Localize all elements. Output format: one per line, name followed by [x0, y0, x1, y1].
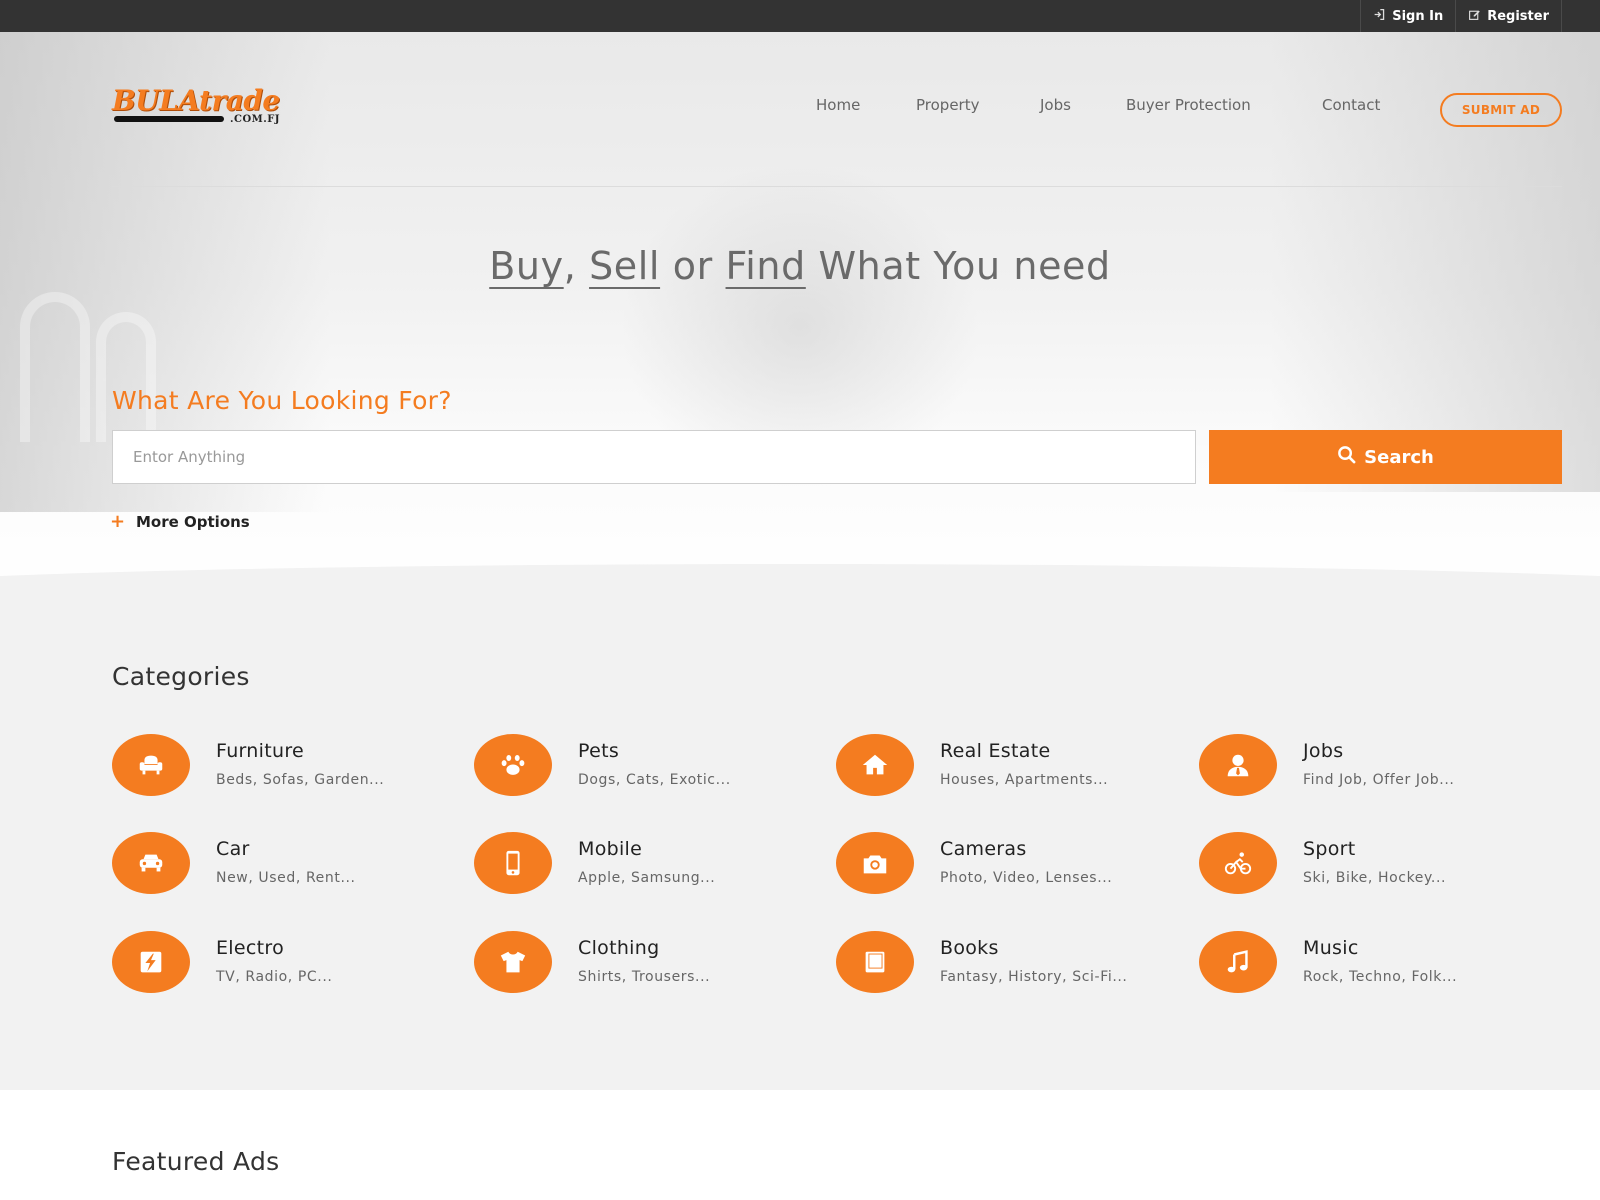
search-input[interactable] [112, 430, 1196, 484]
category-subtitle: Dogs, Cats, Exotic... [578, 772, 731, 788]
paw-icon [474, 734, 552, 796]
category-cameras[interactable]: Cameras Photo, Video, Lenses... [836, 832, 1176, 894]
more-options-label: More Options [136, 512, 250, 531]
sign-in-icon [1373, 8, 1386, 25]
category-name: Furniture [216, 740, 305, 762]
category-car[interactable]: Car New, Used, Rent... [112, 832, 452, 894]
headline-buy: Buy [489, 244, 564, 288]
edit-icon [1468, 8, 1481, 25]
background-arch [20, 292, 90, 442]
nav-buyer-protection[interactable]: Buyer Protection [1126, 96, 1251, 114]
category-subtitle: Find Job, Offer Job... [1303, 772, 1455, 788]
category-name: Cameras [940, 838, 1027, 860]
headline-comma: , [563, 244, 577, 288]
category-name: Real Estate [940, 740, 1051, 762]
category-name: Mobile [578, 838, 643, 860]
category-clothing[interactable]: Clothing Shirts, Trousers... [474, 931, 814, 993]
top-bar: Sign In Register [0, 0, 1600, 32]
category-subtitle: Apple, Samsung... [578, 870, 716, 886]
logo-tld: .COM.FJ [230, 114, 281, 125]
nav-home[interactable]: Home [816, 96, 860, 114]
category-subtitle: Fantasy, History, Sci-Fi... [940, 969, 1128, 985]
category-subtitle: New, Used, Rent... [216, 870, 356, 886]
category-furniture[interactable]: Furniture Beds, Sofas, Garden... [112, 734, 452, 796]
search-prompt: What Are You Looking For? [112, 386, 452, 415]
category-electro[interactable]: Electro TV, Radio, PC... [112, 931, 452, 993]
book-icon [836, 931, 914, 993]
category-subtitle: Rock, Techno, Folk... [1303, 969, 1458, 985]
plus-icon: + [110, 511, 126, 532]
hero-headline: Buy, Sell or Find What You need [0, 244, 1600, 288]
header-divider [112, 186, 1562, 187]
logo-swoosh [114, 116, 224, 122]
logo-word: BULAtrade [112, 84, 280, 117]
headline-tail: What You need [818, 244, 1111, 288]
submit-ad-button[interactable]: SUBMIT AD [1440, 93, 1562, 127]
site-logo[interactable]: BULAtrade .COM.FJ [112, 86, 302, 132]
sign-in-link[interactable]: Sign In [1360, 0, 1455, 32]
category-mobile[interactable]: Mobile Apple, Samsung... [474, 832, 814, 894]
category-books[interactable]: Books Fantasy, History, Sci-Fi... [836, 931, 1176, 993]
category-subtitle: Photo, Video, Lenses... [940, 870, 1113, 886]
background-arch [96, 312, 156, 442]
category-jobs[interactable]: Jobs Find Job, Offer Job... [1199, 734, 1539, 796]
account-links: Sign In Register [1360, 0, 1562, 32]
category-name: Electro [216, 937, 284, 959]
featured-ads-title: Featured Ads [112, 1147, 280, 1176]
category-subtitle: Houses, Apartments... [940, 772, 1109, 788]
headline-sell: Sell [589, 244, 661, 288]
search-button-label: Search [1364, 446, 1434, 468]
nav-jobs[interactable]: Jobs [1040, 96, 1071, 114]
search-icon [1337, 445, 1356, 469]
category-real-estate[interactable]: Real Estate Houses, Apartments... [836, 734, 1176, 796]
categories-section: Categories Furniture Beds, Sofas, Garden… [0, 592, 1600, 1090]
category-name: Sport [1303, 838, 1356, 860]
category-subtitle: Ski, Bike, Hockey... [1303, 870, 1447, 886]
register-link[interactable]: Register [1455, 0, 1562, 32]
sign-in-label: Sign In [1392, 8, 1444, 24]
cyclist-icon [1199, 832, 1277, 894]
category-subtitle: Beds, Sofas, Garden... [216, 772, 385, 788]
nav-property[interactable]: Property [916, 96, 979, 114]
headline-find: Find [725, 244, 806, 288]
headline-or: or [672, 244, 713, 288]
house-icon [836, 734, 914, 796]
car-icon [112, 832, 190, 894]
hero-curve [0, 564, 1600, 592]
category-subtitle: TV, Radio, PC... [216, 969, 333, 985]
camera-icon [836, 832, 914, 894]
category-name: Books [940, 937, 999, 959]
category-name: Pets [578, 740, 620, 762]
lightning-icon [112, 931, 190, 993]
register-label: Register [1487, 8, 1549, 24]
category-music[interactable]: Music Rock, Techno, Folk... [1199, 931, 1539, 993]
categories-title: Categories [112, 662, 250, 691]
category-sport[interactable]: Sport Ski, Bike, Hockey... [1199, 832, 1539, 894]
category-name: Jobs [1303, 740, 1344, 762]
category-subtitle: Shirts, Trousers... [578, 969, 711, 985]
music-note-icon [1199, 931, 1277, 993]
nav-contact[interactable]: Contact [1322, 96, 1380, 114]
armchair-icon [112, 734, 190, 796]
category-pets[interactable]: Pets Dogs, Cats, Exotic... [474, 734, 814, 796]
category-name: Clothing [578, 937, 660, 959]
category-name: Music [1303, 937, 1359, 959]
mobile-icon [474, 832, 552, 894]
category-name: Car [216, 838, 250, 860]
person-icon [1199, 734, 1277, 796]
search-button[interactable]: Search [1209, 430, 1562, 484]
tshirt-icon [474, 931, 552, 993]
more-options-toggle[interactable]: + More Options [110, 511, 250, 532]
